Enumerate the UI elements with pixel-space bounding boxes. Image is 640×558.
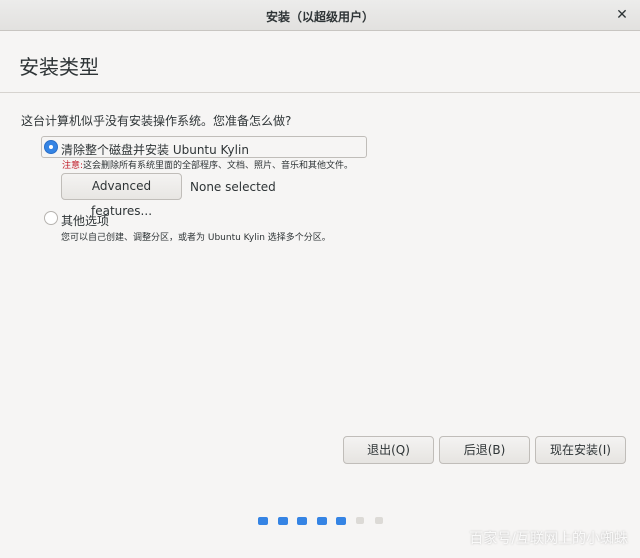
window-title: 安装（以超级用户）: [265, 10, 374, 24]
other-option-label[interactable]: 其他选项: [61, 212, 109, 229]
progress-dot: [336, 517, 346, 525]
erase-warning: 注意:这会删除所有系统里面的全部程序、文档、照片、音乐和其他文件。: [62, 158, 353, 171]
advanced-features-button[interactable]: Advanced features...: [61, 173, 182, 218]
erase-disk-label[interactable]: 清除整个磁盘并安装 Ubuntu Kylin: [61, 141, 249, 158]
other-option-radio[interactable]: [44, 211, 58, 225]
progress-dot: [355, 517, 364, 524]
close-icon[interactable]: ✕: [613, 6, 631, 24]
title-bar: 安装（以超级用户） ✕: [0, 0, 640, 31]
progress-dot: [277, 517, 288, 525]
progress-dot: [316, 517, 327, 525]
question-text: 这台计算机似乎没有安装操作系统。您准备怎么做?: [21, 114, 292, 128]
progress-dot: [375, 517, 383, 524]
page-title: 安装类型: [19, 55, 99, 79]
progress-dot: [258, 517, 268, 525]
other-option-description: 您可以自己创建、调整分区，或者为 Ubuntu Kylin 选择多个分区。: [61, 233, 331, 243]
warning-label: 注意:: [62, 161, 84, 171]
page-header: 安装类型: [0, 31, 640, 93]
warning-text: 这会删除所有系统里面的全部程序、文档、照片、音乐和其他文件。: [83, 161, 354, 171]
back-button[interactable]: 后退(B): [439, 436, 530, 464]
progress-dot: [297, 517, 307, 525]
advanced-status: None selected: [190, 180, 276, 194]
watermark-text: 百家号/互联网上的小蜘蛛: [469, 531, 628, 547]
erase-disk-radio[interactable]: [44, 140, 58, 154]
install-now-button[interactable]: 现在安装(I): [535, 436, 626, 464]
quit-button[interactable]: 退出(Q): [343, 436, 434, 464]
